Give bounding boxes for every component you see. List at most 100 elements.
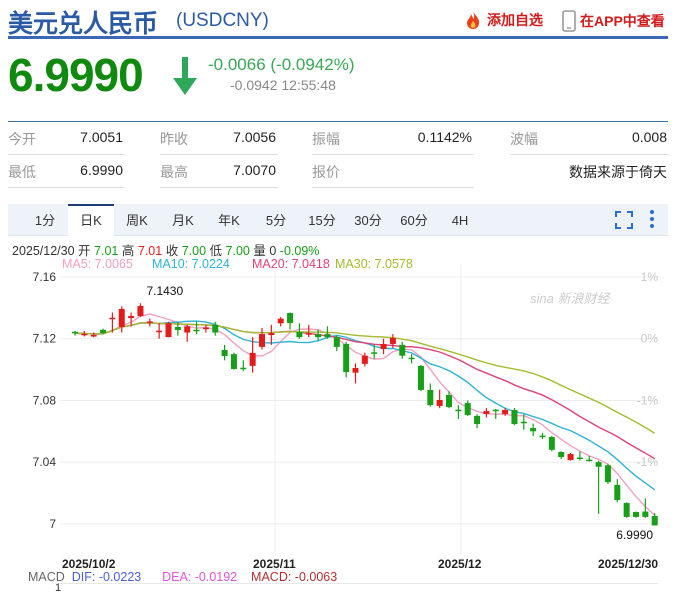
stat-value: 7.0056	[233, 129, 276, 145]
macd-dea: DEA: -0.0192	[162, 570, 238, 584]
last-price-label: 6.9990	[616, 528, 653, 542]
candle-body	[277, 318, 284, 324]
macd-legend: MACD DIF: -0.0223 DEA: -0.0192 MACD: -0.…	[28, 570, 337, 584]
candle-body	[595, 462, 602, 467]
candle-body	[230, 354, 237, 369]
header-divider	[8, 36, 668, 39]
candle-body	[324, 334, 331, 338]
candle-body	[633, 511, 639, 517]
candle-body	[455, 409, 462, 412]
candle-body	[380, 343, 387, 350]
candle-body	[118, 308, 125, 327]
macd-dif: DIF: -0.0223	[71, 570, 142, 584]
current-price: 6.9990	[8, 49, 144, 101]
stat-value: 数据来源于倚天	[569, 164, 667, 180]
candle-body	[558, 451, 565, 458]
tab-9[interactable]: 4H	[437, 204, 483, 235]
macd-value: MACD: -0.0063	[251, 570, 338, 584]
kline-chart[interactable]: 7.16 7.12 7.08 7.04 7 1% 0% -1% -1% 7.1430 6.9990	[0, 265, 675, 555]
y-axis-label: 7	[49, 517, 56, 531]
info-date: 2025/12/30	[12, 244, 75, 258]
open-label: 开	[78, 244, 91, 258]
candle-body	[315, 334, 322, 338]
candle-body	[530, 428, 537, 432]
candle-body	[361, 355, 368, 364]
tab-7[interactable]: 30分	[345, 204, 391, 235]
stat-underline	[312, 187, 474, 188]
stat-value: 0.1142%	[417, 129, 472, 145]
candle-body	[567, 453, 574, 460]
close-value: 7.00	[181, 244, 207, 258]
candle-body	[287, 312, 294, 323]
more-vertical-icon[interactable]	[648, 209, 656, 229]
candle-body	[520, 421, 527, 424]
candle-body	[623, 503, 630, 517]
y-axis-label: 7.12	[33, 332, 57, 346]
tab-8[interactable]: 60分	[391, 204, 437, 235]
price-change: -0.0066 (-0.0942%)	[208, 55, 355, 74]
x-axis-label: 2025/10/2	[62, 557, 116, 571]
candle-body	[268, 333, 275, 336]
candle-body	[128, 316, 135, 319]
candle-body	[109, 317, 116, 320]
candle-body	[614, 484, 621, 500]
candle-body	[333, 337, 340, 347]
stat-underline	[160, 154, 278, 155]
candle-body	[81, 333, 88, 336]
candle-body	[417, 365, 424, 390]
ma30-line	[74, 322, 656, 434]
candle-body	[90, 335, 97, 337]
page-title: 美元兑人民币	[8, 10, 159, 38]
high-value: 7.01	[137, 244, 163, 258]
view-in-app-label: 在APP中查看	[580, 13, 665, 29]
low-value: 7.00	[225, 244, 250, 258]
candle-body	[352, 368, 359, 373]
add-watchlist-label: 添加自选	[487, 12, 543, 28]
stat-value: 7.0070	[233, 162, 276, 178]
candle-body	[464, 403, 471, 416]
stat-value: 7.0051	[80, 129, 123, 145]
candle-body	[548, 437, 555, 450]
stat-underline	[312, 154, 474, 155]
x-axis-label: 2025/12	[438, 557, 482, 571]
candle-body	[492, 409, 499, 412]
tab-5[interactable]: 5分	[253, 204, 299, 235]
candle-body	[446, 395, 452, 408]
tab-4[interactable]: 年K	[206, 204, 252, 235]
watermark: sina 新浪财经	[530, 291, 610, 306]
candle-body	[100, 329, 107, 334]
candle-body	[651, 516, 658, 526]
fullscreen-icon[interactable]	[615, 211, 633, 229]
candle-body	[427, 389, 434, 406]
open-value: 7.01	[94, 244, 119, 258]
tab-2[interactable]: 周K	[114, 204, 160, 235]
high-label: 高	[121, 244, 135, 258]
x-axis-label: 2025/11	[253, 557, 296, 571]
candle-body	[296, 331, 303, 338]
candle-body	[72, 331, 78, 334]
ma20-line	[74, 322, 656, 460]
candle-body	[408, 357, 415, 360]
candle-body	[511, 410, 518, 425]
stat-value: 0.008	[631, 129, 667, 145]
candle-body	[174, 326, 181, 330]
macd-axis-top: 1	[55, 582, 62, 594]
x-axis-label: 2025/12/30	[598, 557, 659, 571]
tab-3[interactable]: 月K	[160, 204, 206, 235]
tab-6[interactable]: 15分	[299, 204, 345, 235]
add-watchlist-button[interactable]: 添加自选	[463, 10, 543, 30]
candle-body	[212, 324, 219, 333]
candle-body	[399, 344, 406, 356]
tab-0[interactable]: 1分	[22, 204, 68, 235]
candle-body	[483, 411, 490, 415]
candle-body	[202, 327, 209, 330]
view-in-app-button[interactable]: 在APP中查看	[562, 10, 665, 32]
tab-1[interactable]: 日K	[68, 204, 114, 236]
candle-body	[240, 367, 247, 370]
stat-underline	[510, 154, 669, 155]
right-axis-label: 0%	[641, 332, 659, 346]
volume-value: 0	[269, 244, 277, 258]
stat-underline	[160, 187, 278, 188]
candle-body	[184, 326, 191, 333]
stat-value: 6.9990	[80, 162, 123, 178]
